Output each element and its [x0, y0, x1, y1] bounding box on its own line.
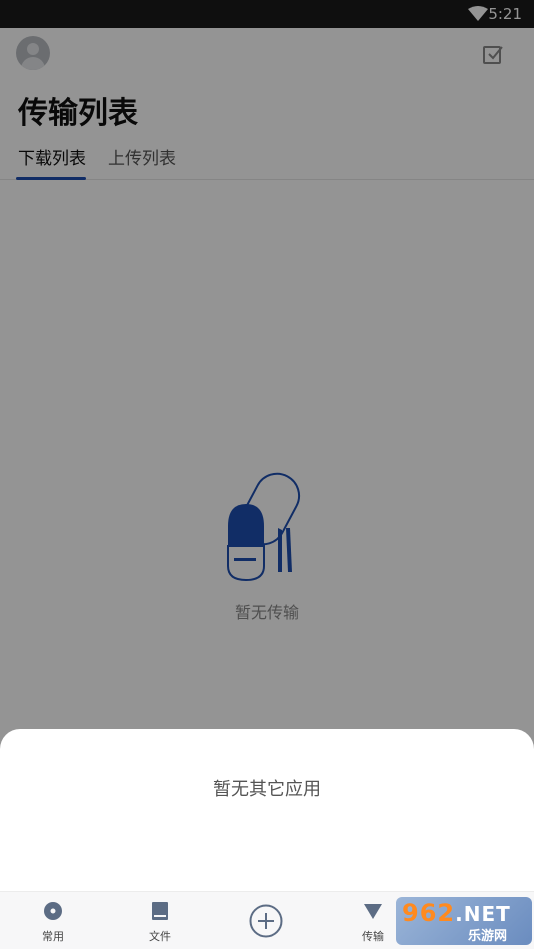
nav-common[interactable]: 常用	[3, 892, 103, 949]
nav-files-label: 文件	[149, 930, 171, 943]
transfer-triangle-icon	[364, 904, 382, 919]
sheet-message: 暂无其它应用	[213, 779, 321, 800]
add-circle-icon	[249, 904, 283, 938]
nav-add[interactable]	[216, 892, 316, 949]
nav-files[interactable]: 文件	[110, 892, 210, 949]
disc-icon	[44, 902, 62, 920]
document-icon	[152, 902, 168, 920]
nav-common-label: 常用	[42, 930, 64, 943]
watermark-logo: 962.NET 乐游网	[396, 897, 532, 945]
watermark-brand: 962.NET	[402, 899, 511, 927]
watermark-subtitle: 乐游网	[468, 929, 508, 944]
